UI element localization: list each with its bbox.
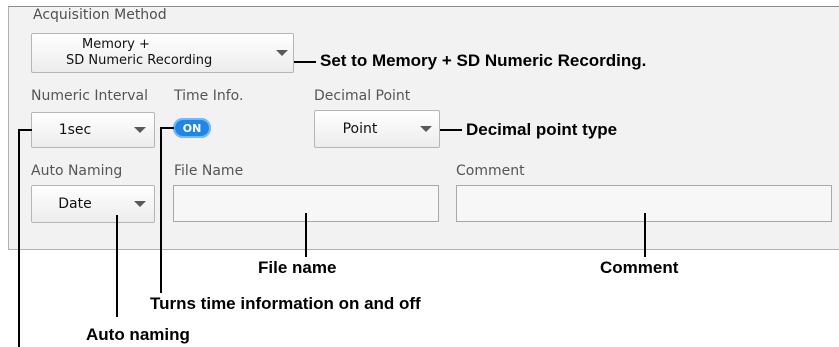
time-info-annotation: Turns time information on and off (150, 294, 421, 313)
decimal-point-dropdown[interactable]: Point (314, 110, 440, 148)
panel-title: Acquisition Method (31, 7, 169, 23)
comment-annotation: Comment (600, 258, 679, 277)
comment-label: Comment (456, 163, 525, 179)
numeric-interval-label: Numeric Interval (31, 88, 149, 104)
decimal-point-label: Decimal Point (314, 88, 411, 104)
time-info-leader-h (160, 127, 174, 129)
numeric-interval-leader-v (18, 129, 20, 347)
acquisition-method-line2: SD Numeric Recording (66, 53, 213, 68)
numeric-interval-value: 1sec (58, 122, 92, 138)
numeric-interval-leader-h (18, 129, 32, 131)
acquisition-leader-line (294, 61, 316, 63)
chevron-down-icon (134, 127, 146, 133)
file-name-leader-v (305, 213, 307, 257)
auto-naming-dropdown[interactable]: Date (31, 185, 155, 223)
numeric-interval-dropdown[interactable]: 1sec (31, 112, 155, 148)
auto-naming-annotation: Auto naming (86, 325, 190, 344)
decimal-annotation: Decimal point type (466, 120, 618, 139)
file-name-label: File Name (174, 163, 244, 179)
acquisition-method-line1: Memory + (82, 37, 150, 52)
acquisition-annotation: Set to Memory + SD Numeric Recording. (320, 51, 647, 70)
acquisition-method-dropdown[interactable]: Memory + SD Numeric Recording (31, 33, 294, 73)
time-info-leader-v (160, 127, 162, 293)
chevron-down-icon (276, 50, 288, 56)
comment-leader-v (644, 213, 646, 257)
time-info-label: Time Info. (174, 88, 244, 104)
time-info-toggle[interactable]: ON (173, 118, 211, 138)
file-name-annotation: File name (258, 258, 337, 277)
auto-naming-label: Auto Naming (31, 163, 123, 179)
decimal-point-value: Point (342, 121, 378, 137)
auto-naming-value: Date (58, 196, 92, 212)
decimal-leader-line (440, 129, 462, 131)
auto-naming-leader-v (116, 215, 118, 317)
chevron-down-icon (134, 201, 146, 207)
chevron-down-icon (420, 126, 432, 132)
